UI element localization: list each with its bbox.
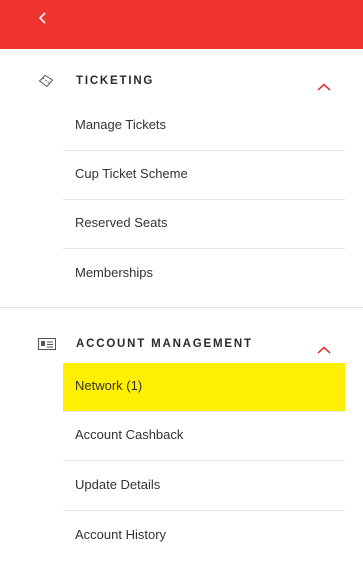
menu-item-account-history[interactable]: Account History: [63, 512, 345, 561]
account-management-title: ACCOUNT MANAGEMENT: [76, 338, 253, 350]
id-card-icon: [38, 337, 56, 351]
account-management-section-header[interactable]: ACCOUNT MANAGEMENT: [0, 329, 363, 359]
ticketing-title: TICKETING: [76, 75, 155, 87]
menu-item-label: Reserved Seats: [75, 215, 168, 230]
section-divider: [0, 307, 363, 308]
back-button[interactable]: [38, 10, 54, 30]
menu-item-manage-tickets[interactable]: Manage Tickets: [63, 102, 345, 151]
menu-item-label: Network (1): [75, 378, 143, 393]
menu-item-label: Account History: [75, 527, 167, 542]
menu-item-account-cashback[interactable]: Account Cashback: [63, 412, 345, 461]
menu-item-update-details[interactable]: Update Details: [63, 462, 345, 511]
chevron-left-icon: [38, 12, 46, 24]
menu-item-cup-ticket-scheme[interactable]: Cup Ticket Scheme: [63, 151, 345, 200]
menu-item-label: Account Cashback: [75, 427, 184, 442]
menu-item-label: Cup Ticket Scheme: [75, 166, 188, 181]
ticketing-section-header[interactable]: TICKETING: [0, 66, 363, 96]
ticket-icon: [38, 74, 54, 88]
chevron-up-icon[interactable]: [317, 78, 331, 91]
top-bar: [0, 0, 363, 49]
chevron-up-icon[interactable]: [317, 341, 331, 354]
menu-item-network[interactable]: Network (1): [63, 363, 345, 412]
menu-item-label: Manage Tickets: [75, 117, 167, 132]
menu-item-label: Memberships: [75, 265, 154, 280]
menu-item-memberships[interactable]: Memberships: [63, 250, 345, 299]
menu-item-reserved-seats[interactable]: Reserved Seats: [63, 200, 345, 249]
menu-item-label: Update Details: [75, 477, 161, 492]
